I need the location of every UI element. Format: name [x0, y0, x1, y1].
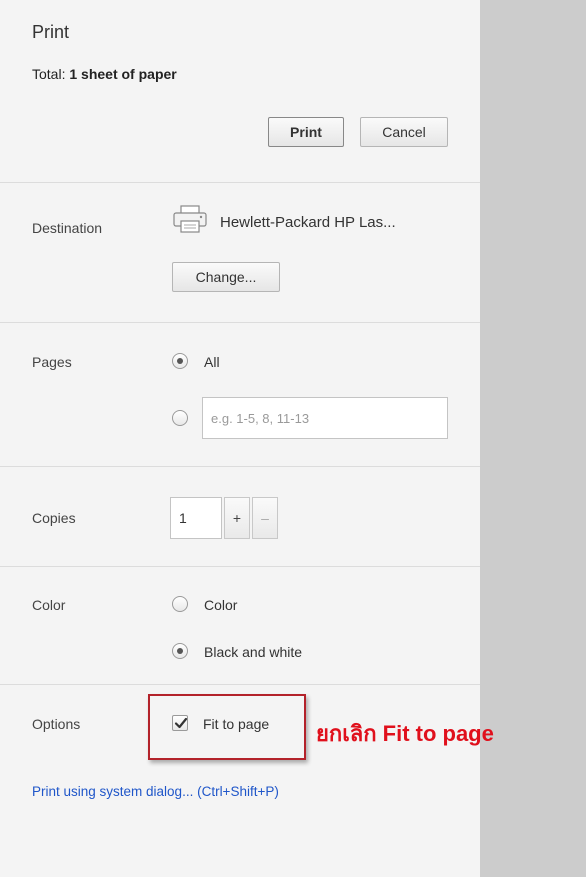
- pages-custom-radio[interactable]: [172, 410, 188, 426]
- total-summary: Total: 1 sheet of paper: [32, 66, 177, 82]
- divider: [0, 684, 480, 685]
- divider: [0, 466, 480, 467]
- pages-range-input[interactable]: [202, 397, 448, 439]
- page-title: Print: [32, 22, 70, 42]
- copies-input[interactable]: [170, 497, 222, 539]
- system-dialog-link[interactable]: Print using system dialog... (Ctrl+Shift…: [32, 784, 279, 799]
- divider: [0, 182, 480, 183]
- divider: [0, 566, 480, 567]
- total-value: 1 sheet of paper: [69, 66, 177, 82]
- print-preview-area: [480, 0, 586, 877]
- pages-all-radio[interactable]: [172, 353, 188, 369]
- color-option-radio[interactable]: [172, 596, 188, 612]
- divider: [0, 322, 480, 323]
- annotation-text: ยกเลิก Fit to page: [316, 721, 494, 746]
- print-button[interactable]: Print: [268, 117, 344, 147]
- printer-icon: [173, 205, 207, 233]
- pages-label: Pages: [32, 354, 72, 370]
- total-label: Total:: [32, 66, 66, 82]
- color-label: Color: [32, 597, 66, 613]
- change-destination-button[interactable]: Change...: [172, 262, 280, 292]
- printer-name: Hewlett-Packard HP Las...: [220, 214, 396, 231]
- copies-label: Copies: [32, 510, 76, 526]
- print-header: Print Total: 1 sheet of paper Print Canc…: [0, 0, 480, 182]
- copies-decrement-button[interactable]: –: [252, 497, 278, 539]
- pages-all-label: All: [204, 354, 220, 370]
- options-label: Options: [32, 716, 81, 732]
- annotation-highlight-box: [148, 694, 306, 760]
- destination-label: Destination: [32, 220, 103, 236]
- color-option-label: Color: [204, 597, 238, 613]
- black-white-label: Black and white: [204, 644, 303, 660]
- cancel-button[interactable]: Cancel: [360, 117, 448, 147]
- copies-increment-button[interactable]: +: [224, 497, 250, 539]
- black-white-radio[interactable]: [172, 643, 188, 659]
